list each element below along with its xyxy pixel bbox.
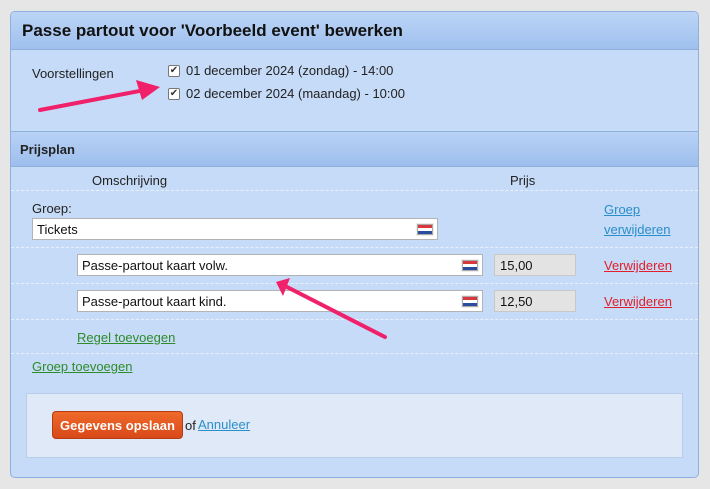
divider [11, 190, 698, 191]
row-1-price-input[interactable]: 15,00 [494, 254, 576, 276]
divider [11, 319, 698, 320]
row-1-description-value: Passe-partout kaart volw. [82, 257, 228, 273]
remove-group-link-line2[interactable]: verwijderen [604, 222, 670, 237]
voorstelling-2-checkbox[interactable]: ✔ [168, 87, 180, 100]
form-actions: Gegevens opslaan of Annuleer [26, 393, 683, 458]
prijsplan-header: Prijsplan [11, 131, 698, 167]
add-group-link[interactable]: Groep toevoegen [32, 359, 132, 374]
column-header-price: Prijs [510, 173, 536, 188]
voorstelling-1-label: 01 december 2024 (zondag) - 14:00 [186, 63, 394, 78]
row-2-price-value: 12,50 [500, 293, 533, 309]
divider [11, 283, 698, 284]
row-2-description-input[interactable]: Passe-partout kaart kind. [77, 290, 483, 312]
edit-passe-partout-panel: Passe partout voor 'Voorbeeld event' bew… [10, 11, 699, 478]
voorstelling-option-1[interactable]: ✔ 01 december 2024 (zondag) - 14:00 [168, 63, 393, 78]
row-2-description-value: Passe-partout kaart kind. [82, 293, 227, 309]
dutch-flag-icon[interactable] [462, 295, 478, 307]
voorstelling-option-2[interactable]: ✔ 02 december 2024 (maandag) - 10:00 [168, 86, 405, 101]
group-name-value: Tickets [37, 221, 78, 237]
panel-header: Passe partout voor 'Voorbeeld event' bew… [11, 12, 698, 50]
row-1-remove-link[interactable]: Verwijderen [604, 258, 672, 273]
voorstelling-1-checkbox[interactable]: ✔ [168, 64, 180, 77]
remove-group-link-line1[interactable]: Groep [604, 202, 640, 217]
column-header-description: Omschrijving [92, 173, 168, 188]
voorstellingen-row: Voorstellingen ✔ 01 december 2024 (zonda… [11, 51, 698, 131]
group-name-input[interactable]: Tickets [32, 218, 438, 240]
group-label: Groep: [32, 201, 72, 216]
cancel-link[interactable]: Annuleer [198, 417, 250, 432]
voorstelling-2-label: 02 december 2024 (maandag) - 10:00 [186, 86, 405, 101]
dutch-flag-icon[interactable] [417, 223, 433, 235]
prijsplan-title: Prijsplan [20, 141, 75, 157]
or-text: of [185, 418, 196, 433]
save-button[interactable]: Gegevens opslaan [52, 411, 183, 439]
row-1-description-input[interactable]: Passe-partout kaart volw. [77, 254, 483, 276]
row-2-price-input[interactable]: 12,50 [494, 290, 576, 312]
row-2-remove-link[interactable]: Verwijderen [604, 294, 672, 309]
divider [11, 247, 698, 248]
row-1-price-value: 15,00 [500, 257, 533, 273]
panel-title: Passe partout voor 'Voorbeeld event' bew… [22, 20, 403, 40]
dutch-flag-icon[interactable] [462, 259, 478, 271]
voorstellingen-label: Voorstellingen [32, 66, 114, 81]
divider [11, 353, 698, 354]
add-row-link[interactable]: Regel toevoegen [77, 330, 175, 345]
